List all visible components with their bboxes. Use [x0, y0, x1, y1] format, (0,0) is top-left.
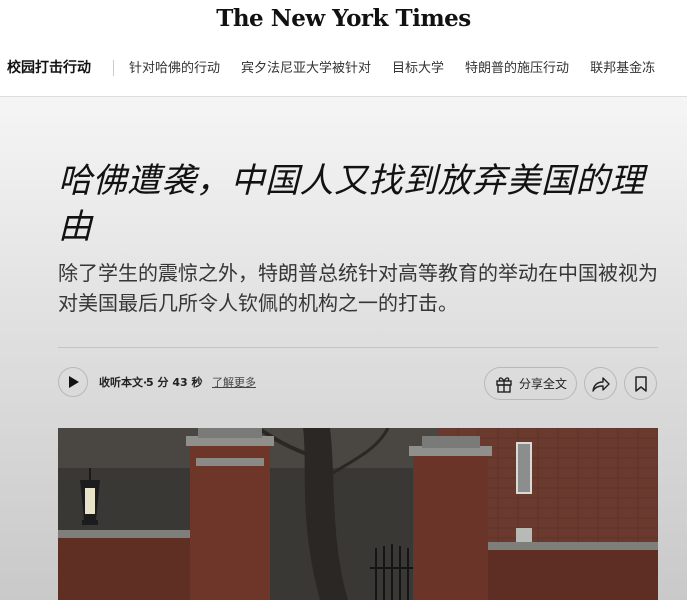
masthead: The New York Times	[0, 0, 687, 40]
nav-link-target-universities[interactable]: 目标大学	[392, 60, 444, 78]
nav-link-penn[interactable]: 宾夕法尼亚大学被针对	[241, 60, 371, 78]
nav-section-title[interactable]: 校园打击行动	[7, 59, 91, 77]
bookmark-icon	[635, 376, 647, 392]
listen-label: 收听本文·	[99, 376, 148, 389]
bookmark-button[interactable]	[624, 367, 657, 400]
listen-duration: 5 分 43 秒	[146, 376, 203, 389]
share-arrow-icon	[592, 377, 610, 392]
learn-more-link[interactable]: 了解更多	[212, 375, 256, 391]
article-headline: 哈佛遭袭，中国人又找到放弃美国的理由	[58, 161, 645, 247]
section-nav: 校园打击行动 针对哈佛的行动 宾夕法尼亚大学被针对 目标大学 特朗普的施压行动 …	[0, 40, 687, 97]
share-full-article-button[interactable]: 分享全文	[484, 367, 577, 400]
play-button[interactable]	[58, 367, 88, 397]
article-summary: 除了学生的震惊之外，特朗普总统针对高等教育的举动在中国被视为对美国最后几所令人钦…	[58, 261, 658, 315]
divider	[58, 347, 658, 348]
share-full-label: 分享全文	[519, 377, 568, 391]
nav-links: 针对哈佛的行动 宾夕法尼亚大学被针对 目标大学 特朗普的施压行动 联邦基金冻	[129, 60, 655, 78]
gate-photo-illustration	[58, 428, 658, 600]
nav-link-trump-pressure[interactable]: 特朗普的施压行动	[465, 60, 569, 78]
play-icon	[69, 376, 79, 388]
nav-link-federal-funding[interactable]: 联邦基金冻	[590, 60, 655, 78]
article-photo	[58, 428, 658, 600]
nav-divider	[113, 60, 114, 76]
nyt-logo[interactable]: The New York Times	[0, 4, 687, 34]
nav-link-harvard[interactable]: 针对哈佛的行动	[129, 60, 220, 78]
share-button[interactable]	[584, 367, 617, 400]
gift-icon	[496, 377, 512, 393]
